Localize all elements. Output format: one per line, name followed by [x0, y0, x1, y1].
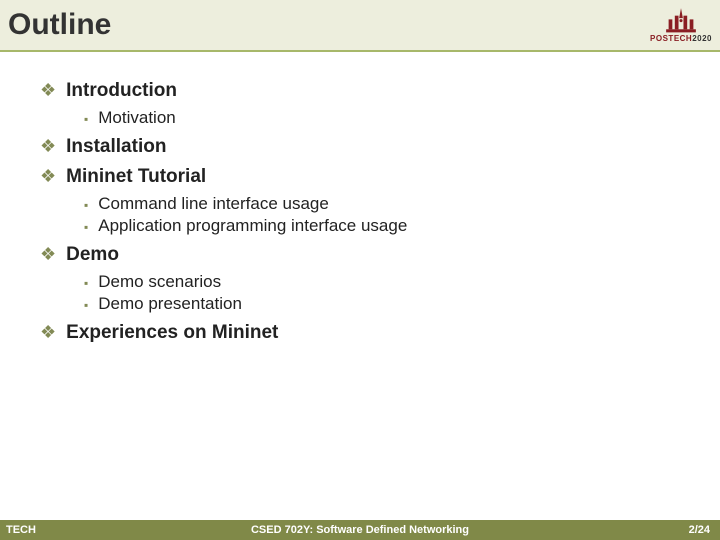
diamond-bullet-icon: ❖ — [40, 81, 56, 99]
footer-center: CSED 702Y: Software Defined Networking — [0, 524, 720, 536]
diamond-bullet-icon: ❖ — [40, 245, 56, 263]
outline-item-label: Mininet Tutorial — [66, 166, 206, 188]
outline-subitem-label: Application programming interface usage — [98, 216, 407, 236]
footer-bar: TECH CSED 702Y: Software Defined Network… — [0, 520, 720, 540]
logo-wordmark: POSTECH — [650, 34, 692, 43]
outline-subitem-label: Motivation — [98, 108, 175, 128]
square-bullet-icon: ▪ — [84, 299, 88, 311]
square-bullet-icon: ▪ — [84, 277, 88, 289]
postech-logo: POSTECH2020 — [650, 7, 712, 43]
slide: Outline POSTECH2020 ❖ Introduction — [0, 0, 720, 540]
diamond-bullet-icon: ❖ — [40, 323, 56, 341]
outline-item-label: Installation — [66, 136, 166, 158]
outline-subitem: ▪ Demo presentation — [84, 294, 690, 314]
outline-subitem: ▪ Demo scenarios — [84, 272, 690, 292]
outline-item-label: Introduction — [66, 80, 177, 102]
outline-subitem-label: Demo presentation — [98, 294, 242, 314]
square-bullet-icon: ▪ — [84, 199, 88, 211]
outline-item: ❖ Installation — [40, 136, 690, 158]
slide-title: Outline — [8, 8, 111, 42]
outline-item: ❖ Demo ▪ Demo scenarios ▪ Demo presentat… — [40, 244, 690, 314]
outline-subitem: ▪ Command line interface usage — [84, 194, 690, 214]
outline-content: ❖ Introduction ▪ Motivation ❖ Installati… — [0, 52, 720, 344]
slide-number: 2/24 — [689, 524, 710, 536]
outline-subitem-label: Command line interface usage — [98, 194, 329, 214]
outline-item: ❖ Mininet Tutorial ▪ Command line interf… — [40, 166, 690, 236]
outline-item: ❖ Introduction ▪ Motivation — [40, 80, 690, 128]
outline-subitem: ▪ Application programming interface usag… — [84, 216, 690, 236]
outline-item-label: Demo — [66, 244, 119, 266]
outline-subitem: ▪ Motivation — [84, 108, 690, 128]
postech-logo-caption: POSTECH2020 — [650, 35, 712, 43]
outline-item: ❖ Experiences on Mininet — [40, 322, 690, 344]
outline-item-label: Experiences on Mininet — [66, 322, 278, 344]
outline-subitem-label: Demo scenarios — [98, 272, 221, 292]
logo-year: 2020 — [692, 34, 712, 43]
square-bullet-icon: ▪ — [84, 113, 88, 125]
title-bar: Outline POSTECH2020 — [0, 0, 720, 52]
footer-left: TECH — [6, 524, 36, 536]
diamond-bullet-icon: ❖ — [40, 137, 56, 155]
square-bullet-icon: ▪ — [84, 221, 88, 233]
diamond-bullet-icon: ❖ — [40, 167, 56, 185]
postech-logo-icon — [662, 7, 700, 33]
